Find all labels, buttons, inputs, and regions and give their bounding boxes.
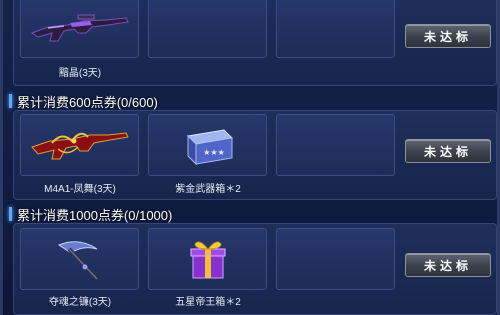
reward-slot-3-2[interactable] [148, 228, 267, 290]
reward-slot-1-1[interactable] [20, 0, 139, 58]
svg-text:★★★: ★★★ [203, 148, 225, 157]
purple-gift-box-icon [190, 241, 225, 279]
reward-name-2-2: 紫金武器箱＊2 [175, 184, 241, 195]
reward-slot-2-1[interactable] [20, 114, 139, 176]
status-button-tier-2[interactable]: 未达标 [405, 139, 491, 163]
reward-name-3-2: 五星帝王箱＊2 [175, 297, 241, 308]
reward-name-3-1: 夺魂之镰(3天) [48, 297, 112, 308]
dark-scythe-icon [57, 241, 98, 281]
tier-marker-2 [9, 94, 12, 108]
status-button-tier-3[interactable]: 未达标 [405, 253, 491, 277]
blue-weapon-box-icon: ★★★ [186, 129, 233, 166]
reward-slot-1-2 [148, 0, 267, 58]
red-gold-rifle-icon [30, 132, 129, 160]
tier-title-2: 累计消费600点券(0/600) [17, 94, 158, 110]
reward-slot-3-1[interactable] [20, 228, 139, 290]
tier-header-3: 累计消费1000点券(0/1000) [9, 205, 449, 223]
purple-rifle-icon [30, 14, 129, 42]
reward-name-1-1: 黯晶(3天) [58, 68, 102, 79]
reward-name-2-1: M4A1-凤舞(3天) [44, 184, 116, 195]
reward-slot-2-2[interactable]: ★★★ [148, 114, 267, 176]
reward-slot-2-3 [276, 114, 395, 176]
tier-marker-3 [9, 207, 12, 221]
reward-slot-1-3 [276, 0, 395, 58]
reward-slot-3-3 [276, 228, 395, 290]
status-button-tier-1[interactable]: 未达标 [405, 24, 491, 48]
tier-title-3: 累计消费1000点券(0/1000) [17, 207, 173, 223]
tier-header-2: 累计消费600点券(0/600) [9, 92, 449, 110]
reward-list-window: 黯晶(3天) 未达标 累计消费600点券(0/600) ★★★ M4A1-凤舞(… [0, 0, 500, 315]
